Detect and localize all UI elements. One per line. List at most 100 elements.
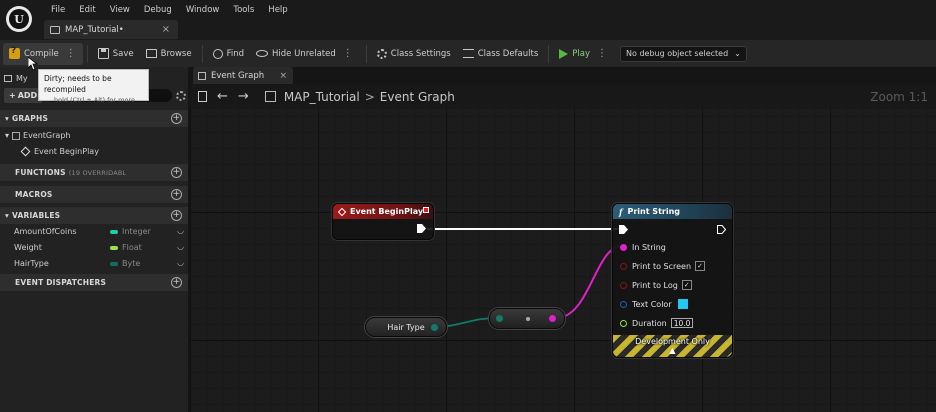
breadcrumb-root[interactable]: MAP_Tutorial	[284, 90, 360, 104]
browse-button[interactable]: Browse	[140, 43, 198, 65]
section-event-dispatchers[interactable]: EVENT DISPATCHERS +	[0, 274, 188, 291]
plus-icon: +	[9, 91, 16, 100]
conversion-node[interactable]	[489, 308, 565, 329]
play-options-icon[interactable]: ⋮	[594, 48, 610, 59]
hair-type-getter-node[interactable]: Hair Type	[365, 317, 447, 337]
tree-item-event-graph[interactable]: ▾ EventGraph	[0, 128, 188, 143]
class-settings-button[interactable]: Class Settings	[371, 43, 457, 65]
save-button[interactable]: Save	[92, 43, 140, 65]
add-dispatcher-icon[interactable]: +	[171, 277, 182, 288]
variable-row[interactable]: Weight Float ◡	[0, 241, 188, 256]
class-defaults-button[interactable]: Class Defaults	[457, 43, 545, 65]
add-variable-icon[interactable]: +	[171, 210, 182, 221]
section-macros-label: MACROS	[15, 190, 53, 199]
compile-button[interactable]: Compile ⋮	[3, 42, 83, 65]
section-graphs[interactable]: ▾ GRAPHS +	[0, 110, 188, 127]
event-begin-play-node[interactable]: Event BeginPlay	[332, 203, 434, 240]
section-graphs-label: GRAPHS	[11, 114, 49, 123]
hide-unrelated-options-icon[interactable]: ⋮	[340, 48, 356, 59]
section-macros[interactable]: MACROS +	[0, 186, 188, 203]
compile-dirty-icon	[9, 46, 20, 59]
byte-in-pin-icon[interactable]	[496, 315, 503, 322]
byte-pin-icon[interactable]	[431, 324, 438, 331]
variable-row[interactable]: AmountOfCoins Integer ◡	[0, 225, 188, 240]
print-to-log-pin[interactable]: Print to Log ✓	[620, 279, 692, 291]
my-blueprint-tab[interactable]: My	[4, 70, 28, 86]
tab-event-graph[interactable]: Event Graph ×	[193, 67, 293, 84]
graph-icon	[198, 71, 206, 80]
graph-canvas[interactable]	[190, 84, 936, 412]
folder-icon	[145, 49, 157, 58]
section-dispatchers-label: EVENT DISPATCHERS	[15, 278, 107, 287]
compile-options-icon[interactable]: ⋮	[63, 48, 79, 59]
text-color-pin[interactable]: Text Color	[620, 298, 688, 310]
menu-view[interactable]: View	[103, 4, 137, 16]
node-header: Event BeginPlay	[333, 204, 433, 219]
close-tab-icon[interactable]: ×	[279, 71, 287, 81]
menu-tools[interactable]: Tools	[226, 4, 261, 16]
toolbar-divider	[201, 44, 203, 63]
browse-label: Browse	[160, 48, 192, 59]
menu-debug[interactable]: Debug	[137, 4, 179, 16]
unreal-logo-icon[interactable]: U	[6, 6, 32, 32]
in-string-pin[interactable]: In String	[620, 241, 666, 253]
node-title: Hair Type	[387, 322, 425, 332]
menu-edit[interactable]: Edit	[72, 4, 102, 16]
save-label: Save	[112, 48, 134, 59]
development-only-banner[interactable]: Development Only ▲	[613, 335, 732, 357]
tooltip-hint: hold (Ctrl + Alt) for more	[53, 96, 135, 104]
section-functions[interactable]: FUNCTIONS (19 OVERRIDABL +	[0, 164, 188, 181]
back-arrow-icon[interactable]: ←	[217, 89, 228, 104]
breadcrumb-leaf[interactable]: Event Graph	[380, 90, 455, 104]
document-tab[interactable]: MAP_Tutorial• ×	[44, 20, 178, 39]
hide-unrelated-label: Hide Unrelated	[272, 48, 336, 59]
graph-home-icon[interactable]	[198, 91, 207, 102]
add-button[interactable]: + ADD	[4, 88, 43, 103]
float-type-pill-icon	[110, 246, 118, 250]
integer-type-pill-icon	[110, 230, 118, 234]
gear-icon	[376, 48, 387, 59]
string-out-pin-icon[interactable]	[549, 315, 556, 322]
menu-window[interactable]: Window	[179, 4, 227, 16]
print-to-screen-checkbox[interactable]: ✓	[695, 261, 706, 271]
exec-out-pin-icon[interactable]	[717, 225, 726, 234]
add-graph-icon[interactable]: +	[171, 113, 182, 124]
hide-unrelated-button[interactable]: Hide Unrelated ⋮	[250, 43, 362, 65]
eye-toggle-icon[interactable]: ◡	[177, 242, 184, 251]
debug-object-value: No debug object selected	[626, 49, 729, 58]
add-macro-icon[interactable]: +	[171, 189, 182, 200]
node-title: Event BeginPlay	[350, 207, 424, 216]
bool-pin-icon	[620, 262, 627, 270]
find-button[interactable]: Find	[207, 43, 250, 65]
pin-label: Duration	[632, 318, 667, 328]
section-variables[interactable]: ▾ VARIABLES +	[0, 207, 188, 224]
event-graph-label: EventGraph	[23, 131, 71, 140]
tree-item-begin-play[interactable]: Event BeginPlay	[0, 144, 188, 159]
exec-in-pin-icon[interactable]	[619, 225, 628, 234]
duration-pin[interactable]: Duration 10.0	[620, 317, 694, 329]
play-icon	[559, 48, 569, 59]
toolbar-divider	[365, 44, 367, 63]
panel-icon	[4, 74, 12, 82]
eye-toggle-icon[interactable]: ◡	[177, 226, 184, 235]
event-diamond-icon	[337, 207, 347, 216]
eye-toggle-icon[interactable]: ◡	[177, 258, 184, 267]
forward-arrow-icon[interactable]: →	[238, 89, 249, 104]
print-to-screen-pin[interactable]: Print to Screen ✓	[620, 260, 706, 272]
close-tab-icon[interactable]: ×	[162, 24, 170, 35]
debug-object-dropdown[interactable]: No debug object selected ⌄	[620, 45, 747, 62]
menu-file[interactable]: File	[44, 4, 72, 16]
menu-help[interactable]: Help	[261, 4, 294, 16]
add-function-icon[interactable]: +	[171, 167, 182, 178]
byte-type-pill-icon	[110, 262, 118, 266]
variable-row[interactable]: HairType Byte ◡	[0, 257, 188, 272]
delegate-pin-icon[interactable]	[423, 207, 429, 213]
chevron-up-icon[interactable]: ▲	[613, 346, 732, 355]
duration-input[interactable]: 10.0	[670, 318, 694, 328]
text-color-swatch[interactable]	[677, 299, 688, 309]
gear-icon[interactable]	[176, 90, 186, 101]
exec-out-pin-icon[interactable]	[417, 224, 426, 233]
print-string-node[interactable]: f Print String In String Print to Screen…	[612, 203, 733, 358]
play-button[interactable]: Play ⋮	[553, 43, 616, 65]
print-to-log-checkbox[interactable]: ✓	[681, 280, 692, 290]
